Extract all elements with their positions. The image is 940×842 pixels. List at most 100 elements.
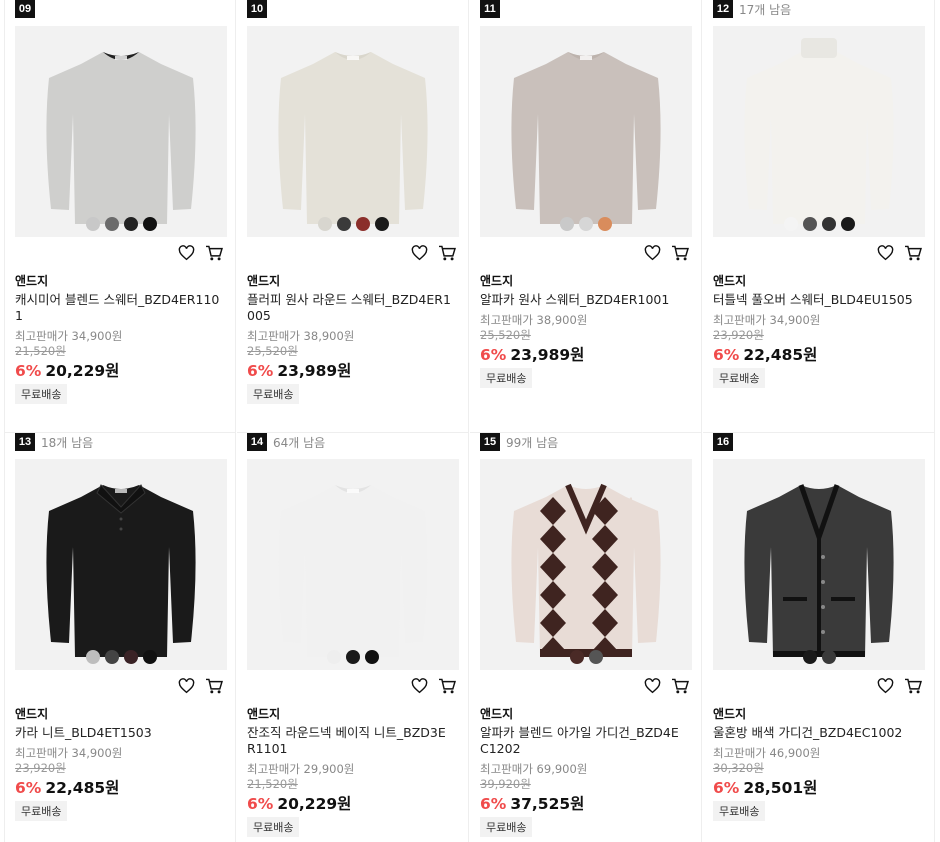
product-image[interactable] (739, 34, 899, 228)
cart-icon[interactable] (671, 678, 689, 694)
rank-badge: 16 (713, 433, 733, 451)
color-swatch[interactable] (560, 217, 574, 231)
product-name[interactable]: 울혼방 배색 가디건_BZD4EC1002 (713, 725, 918, 741)
cart-icon[interactable] (671, 245, 689, 261)
color-swatch[interactable] (346, 650, 360, 664)
product-image-box[interactable] (247, 26, 459, 237)
cart-icon[interactable] (205, 678, 223, 694)
rank-badge: 15 (480, 433, 500, 451)
color-swatch[interactable] (104, 650, 119, 664)
product-name[interactable]: 알파카 블렌드 아가일 가디건_BZD4EC1202 (480, 725, 685, 757)
product-image-box[interactable] (713, 459, 925, 670)
product-name[interactable]: 터틀넥 풀오버 스웨터_BLD4EU1505 (713, 292, 918, 308)
color-swatch[interactable] (85, 650, 100, 664)
brand-name[interactable]: 앤드지 (247, 705, 280, 722)
max-price: 최고판매가 34,900원 (15, 329, 123, 343)
product-image-box[interactable] (15, 459, 227, 670)
brand-name[interactable]: 앤드지 (15, 272, 48, 289)
brand-name[interactable]: 앤드지 (15, 705, 48, 722)
cart-icon[interactable] (205, 245, 223, 261)
heart-icon[interactable] (178, 678, 195, 694)
color-swatches (247, 217, 459, 231)
product-image[interactable] (739, 467, 899, 661)
product-image[interactable] (41, 34, 201, 228)
color-swatch[interactable] (783, 217, 798, 231)
color-swatch[interactable] (104, 217, 119, 231)
free-shipping-badge: 무료배송 (480, 368, 533, 388)
product-actions (644, 245, 689, 261)
color-swatch[interactable] (821, 650, 836, 664)
max-price: 최고판매가 34,900원 (15, 746, 123, 760)
cart-icon[interactable] (904, 245, 922, 261)
product-image[interactable] (506, 467, 666, 661)
product-image[interactable] (506, 34, 666, 228)
color-swatch[interactable] (142, 217, 157, 231)
brand-name[interactable]: 앤드지 (480, 705, 513, 722)
product-image[interactable] (273, 467, 433, 661)
sale-price: 37,525원 (510, 795, 585, 813)
rank-badge: 12 (713, 0, 733, 18)
product-image-box[interactable] (713, 26, 925, 237)
product-card[interactable]: 14 64개 남음 앤드지 잔조직 라운드넥 베이직 니트_BZD3ER1101… (237, 433, 469, 842)
color-swatch[interactable] (336, 217, 351, 231)
color-swatch[interactable] (85, 217, 100, 231)
product-card[interactable]: 12 17개 남음 앤드지 터틀넥 풀오버 스웨터_BLD4EU1505 최고판… (703, 0, 935, 433)
product-card[interactable]: 16 앤드지 울혼방 배색 가디건_BZD4EC1002 최고판매가 46,90… (703, 433, 935, 842)
product-actions (178, 245, 223, 261)
color-swatch[interactable] (569, 650, 584, 664)
heart-icon[interactable] (411, 245, 428, 261)
product-name[interactable]: 알파카 원사 스웨터_BZD4ER1001 (480, 292, 685, 308)
brand-name[interactable]: 앤드지 (713, 705, 746, 722)
product-image-box[interactable] (15, 26, 227, 237)
color-swatch[interactable] (598, 217, 612, 231)
product-image-box[interactable] (247, 459, 459, 670)
product-name[interactable]: 플러피 원사 라운드 스웨터_BZD4ER1005 (247, 292, 452, 324)
product-actions (178, 678, 223, 694)
product-card[interactable]: 10 앤드지 플러피 원사 라운드 스웨터_BZD4ER1005 최고판매가 3… (237, 0, 469, 433)
product-card[interactable]: 09 앤드지 캐시미어 블렌드 스웨터_BZD4ER1101 최고판매가 34,… (4, 0, 236, 433)
color-swatch[interactable] (802, 650, 817, 664)
product-image[interactable] (41, 467, 201, 661)
product-name[interactable]: 잔조직 라운드넥 베이직 니트_BZD3ER1101 (247, 725, 452, 757)
color-swatch[interactable] (123, 217, 138, 231)
color-swatch[interactable] (355, 217, 370, 231)
color-swatch[interactable] (821, 217, 836, 231)
color-swatch[interactable] (142, 650, 157, 664)
cart-icon[interactable] (904, 678, 922, 694)
product-card[interactable]: 15 99개 남음 앤드지 알파카 블렌드 아가일 가디건_BZD4EC1202… (470, 433, 702, 842)
product-image-box[interactable] (480, 459, 692, 670)
product-name[interactable]: 캐시미어 블렌드 스웨터_BZD4ER1101 (15, 292, 220, 324)
color-swatches (480, 650, 692, 664)
price-row: 6% 23,989원 (247, 359, 351, 381)
color-swatch[interactable] (327, 650, 341, 664)
product-image[interactable] (273, 34, 433, 228)
color-swatch[interactable] (374, 217, 389, 231)
cart-icon[interactable] (438, 678, 456, 694)
color-swatch[interactable] (588, 650, 603, 664)
price-row: 6% 22,485원 (15, 776, 119, 798)
sale-price: 22,485원 (45, 779, 120, 797)
cart-icon[interactable] (438, 245, 456, 261)
heart-icon[interactable] (877, 678, 894, 694)
color-swatch[interactable] (123, 650, 138, 664)
product-image-box[interactable] (480, 26, 692, 237)
heart-icon[interactable] (877, 245, 894, 261)
brand-name[interactable]: 앤드지 (713, 272, 746, 289)
heart-icon[interactable] (644, 678, 661, 694)
color-swatch[interactable] (802, 217, 817, 231)
product-name[interactable]: 카라 니트_BLD4ET1503 (15, 725, 220, 741)
price-row: 6% 37,525원 (480, 792, 584, 814)
product-card[interactable]: 11 앤드지 알파카 원사 스웨터_BZD4ER1001 최고판매가 38,90… (470, 0, 702, 433)
heart-icon[interactable] (178, 245, 195, 261)
color-swatch[interactable] (365, 650, 379, 664)
brand-name[interactable]: 앤드지 (480, 272, 513, 289)
sale-price: 23,989원 (510, 346, 585, 364)
heart-icon[interactable] (644, 245, 661, 261)
product-card[interactable]: 13 18개 남음 앤드지 카라 니트_BLD4ET1503 최고판매가 34,… (4, 433, 236, 842)
original-price: 23,920원 (15, 761, 66, 775)
color-swatch[interactable] (317, 217, 332, 231)
color-swatch[interactable] (840, 217, 855, 231)
brand-name[interactable]: 앤드지 (247, 272, 280, 289)
color-swatch[interactable] (579, 217, 593, 231)
heart-icon[interactable] (411, 678, 428, 694)
